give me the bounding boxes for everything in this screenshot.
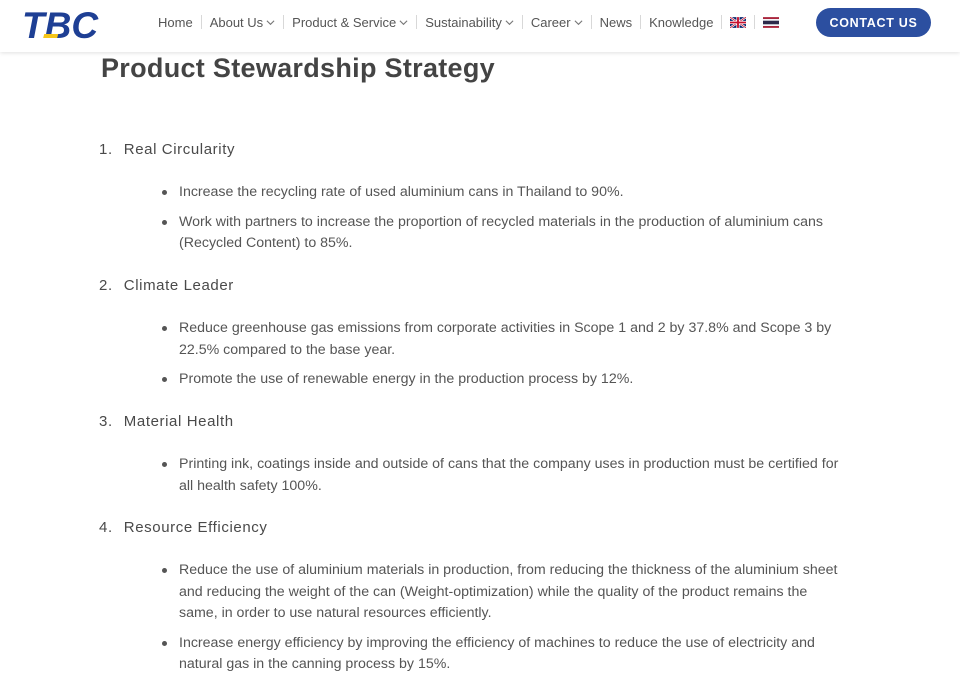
list-item: Increase the recycling rate of used alum… [162,182,839,204]
strategy-section: 2. Climate Leader Reduce greenhouse gas … [99,276,859,391]
list-item: Promote the use of renewable energy in t… [162,369,839,391]
section-number: 3. [99,413,113,430]
bullet-list: Reduce the use of aluminium materials in… [99,560,859,676]
thai-flag-icon[interactable] [763,16,780,28]
list-item: Printing ink, coatings inside and outsid… [162,454,839,497]
chevron-down-icon [266,19,275,25]
chevron-down-icon [505,19,514,25]
nav-divider [754,15,756,29]
nav-product-service[interactable]: Product & Service [284,15,416,30]
page-title: Product Stewardship Strategy [101,53,495,83]
nav-knowledge-label: Knowledge [649,14,714,30]
list-item: Reduce greenhouse gas emissions from cor… [162,318,839,361]
section-heading: 3. Material Health [99,412,859,432]
section-number: 1. [99,141,113,158]
section-number: 2. [99,277,113,294]
nav-career[interactable]: Career [523,15,591,30]
main-nav: Home About Us Product & Service Sustaina… [150,0,787,44]
section-title: Material Health [123,413,234,430]
site-header: TBC Home About Us Product & Service Sust… [0,0,960,52]
section-title: Real Circularity [123,141,236,158]
section-number: 4. [99,519,113,536]
bullet-list: Reduce greenhouse gas emissions from cor… [99,318,859,391]
strategy-section: 1. Real Circularity Increase the recycli… [99,140,859,255]
nav-divider [721,15,723,29]
section-heading: 2. Climate Leader [99,276,859,296]
nav-knowledge[interactable]: Knowledge [641,15,721,30]
tbc-logo[interactable]: TBC [22,5,114,41]
list-item: Work with partners to increase the propo… [162,212,839,255]
section-title: Resource Efficiency [123,519,268,536]
list-item: Increase energy efficiency by improving … [162,633,839,676]
nav-sustainability[interactable]: Sustainability [417,15,522,30]
nav-product-service-label: Product & Service [292,14,397,30]
section-title: Climate Leader [123,277,234,294]
uk-flag-icon[interactable] [730,16,747,28]
contact-us-button[interactable]: CONTACT US [816,8,931,37]
logo-text: TBC [22,5,99,41]
chevron-down-icon [399,19,408,25]
nav-sustainability-label: Sustainability [425,14,502,30]
nav-career-label: Career [530,14,571,30]
bullet-list: Printing ink, coatings inside and outsid… [99,454,859,497]
nav-home-label: Home [158,14,193,30]
nav-news-label: News [599,14,633,30]
nav-about-us[interactable]: About Us [202,15,283,30]
list-item: Reduce the use of aluminium materials in… [162,560,839,625]
nav-home[interactable]: Home [150,15,201,30]
strategy-section: 3. Material Health Printing ink, coating… [99,412,859,497]
strategy-section: 4. Resource Efficiency Reduce the use of… [99,518,859,676]
nav-news[interactable]: News [592,15,641,30]
section-heading: 1. Real Circularity [99,140,859,160]
nav-about-us-label: About Us [209,14,264,30]
bullet-list: Increase the recycling rate of used alum… [99,182,859,255]
chevron-down-icon [574,19,583,25]
section-heading: 4. Resource Efficiency [99,518,859,538]
